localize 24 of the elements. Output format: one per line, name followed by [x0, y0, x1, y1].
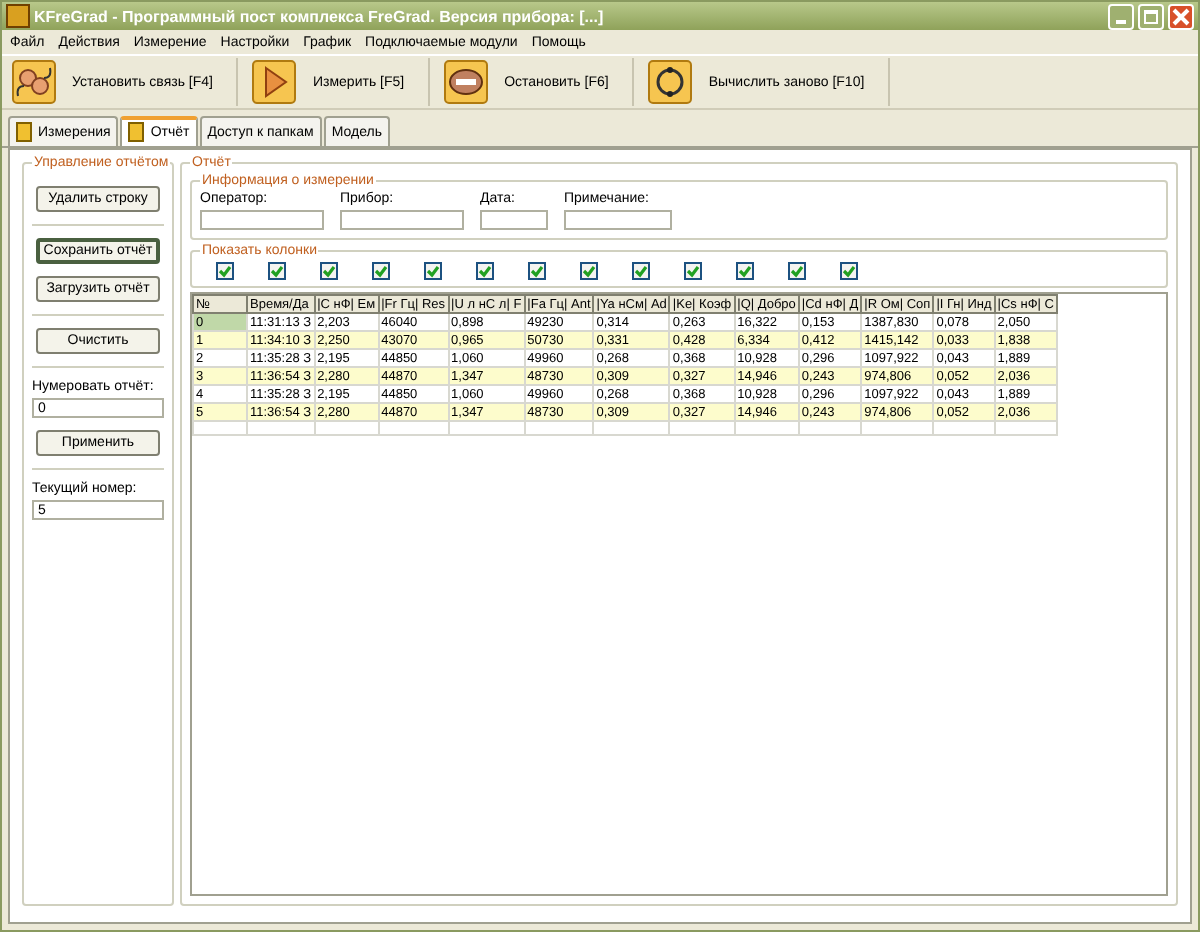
close-button[interactable] [1168, 3, 1194, 29]
checkbox[interactable] [580, 262, 598, 280]
checkbox[interactable] [788, 262, 806, 280]
checkbox[interactable] [320, 262, 338, 280]
checkbox[interactable] [684, 262, 702, 280]
checkbox[interactable] [736, 262, 754, 280]
connect-icon [12, 60, 56, 104]
checkbox[interactable] [528, 262, 546, 280]
checkbox[interactable] [372, 262, 390, 280]
window-title: KFreGrad - Программный пост комплекса FreGrad. Версия прибора: [...] [34, 7, 606, 25]
checkbox[interactable] [476, 262, 494, 280]
refresh-icon [648, 60, 693, 104]
stop-icon [444, 60, 489, 104]
input-field[interactable] [200, 210, 324, 230]
app-icon [6, 4, 30, 28]
input-field[interactable] [564, 210, 672, 230]
input-field[interactable] [480, 210, 548, 230]
checkbox[interactable] [632, 262, 650, 280]
checkbox[interactable] [840, 262, 858, 280]
input-field[interactable] [340, 210, 464, 230]
play-icon [252, 60, 297, 104]
checkbox[interactable] [268, 262, 286, 280]
checkbox[interactable] [424, 262, 442, 280]
checkbox[interactable] [216, 262, 234, 280]
